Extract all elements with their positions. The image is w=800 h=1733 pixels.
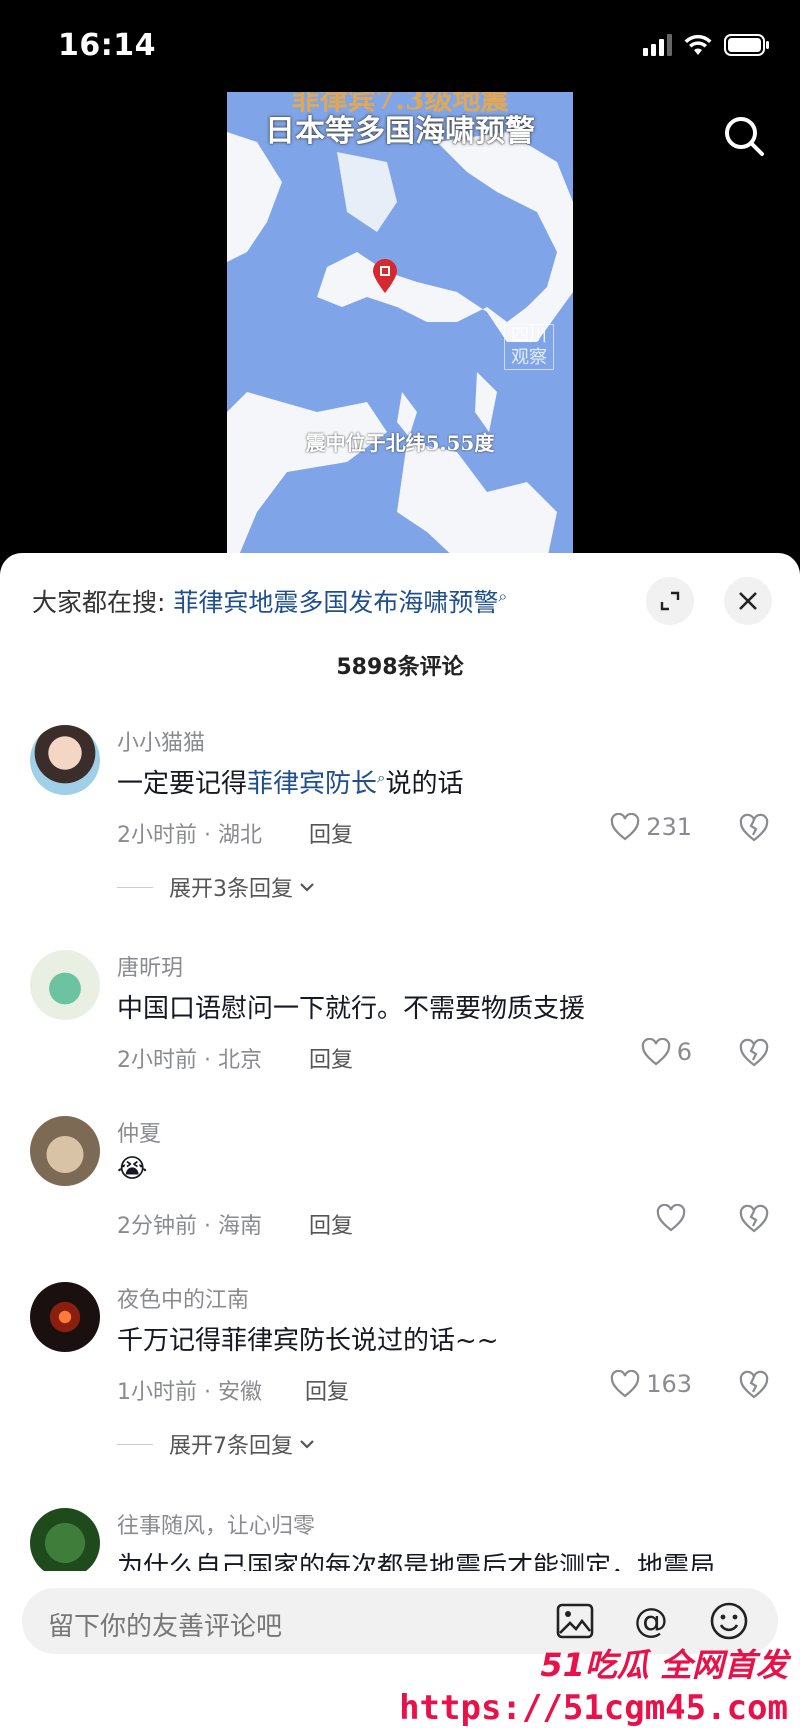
- comment-username[interactable]: 小小猫猫: [117, 725, 205, 757]
- brand-watermark: 51吃瓜 全网首发 https://51cgm45.com: [399, 1640, 788, 1728]
- comment-username[interactable]: 仲夏: [117, 1116, 161, 1148]
- status-time: 16:14: [58, 28, 156, 63]
- comment-text: 😭: [117, 1154, 148, 1184]
- avatar[interactable]: [30, 950, 100, 1020]
- comment-meta: 2小时前 · 湖北: [117, 823, 262, 848]
- broken-heart-icon: [739, 1370, 769, 1399]
- avatar[interactable]: [30, 725, 100, 795]
- battery-icon: [724, 34, 769, 56]
- divider-line: [117, 886, 153, 888]
- wifi-icon: [684, 34, 712, 55]
- reply-button[interactable]: 回复: [309, 1042, 353, 1074]
- comment-username[interactable]: 唐昕玥: [117, 950, 183, 982]
- chevron-down-icon: [300, 1440, 314, 1449]
- reply-button[interactable]: 回复: [305, 1374, 349, 1406]
- map-marker-icon: [373, 259, 397, 293]
- mention-button[interactable]: @: [630, 1600, 672, 1642]
- comment-sheet: 大家都在搜: 菲律宾地震多国发布海啸预警⌕ 5898条评论 小小猫猫 一定要记得…: [0, 553, 800, 1733]
- status-icons: [643, 34, 770, 56]
- like-button[interactable]: 231: [610, 813, 692, 841]
- like-button[interactable]: [656, 1204, 692, 1232]
- comment-meta: 1小时前 · 安徽: [117, 1380, 262, 1405]
- heart-icon: [656, 1204, 686, 1232]
- comment-text: 一定要记得菲律宾防长⌕说的话: [117, 768, 464, 799]
- comment-keyword-link[interactable]: 菲律宾防长: [247, 769, 377, 799]
- brand-name: 51吃瓜 全网首发: [540, 1646, 788, 1684]
- expand-sheet-button[interactable]: [646, 577, 694, 625]
- comment-text: 中国口语慰问一下就行。不需要物质支援: [117, 994, 586, 1024]
- expand-replies-label: 展开7条回复: [169, 1434, 293, 1459]
- avatar[interactable]: [30, 1508, 100, 1578]
- expand-icon: [660, 591, 680, 611]
- expand-replies-button[interactable]: 展开7条回复: [117, 1428, 317, 1460]
- epicenter-caption: 震中位于北纬5.55度: [305, 431, 495, 455]
- trending-search-link[interactable]: 菲律宾地震多国发布海啸预警: [173, 588, 498, 617]
- cellular-signal-icon: [643, 34, 672, 56]
- status-bar: 16:14: [0, 0, 800, 90]
- trending-search-prefix: 大家都在搜:: [32, 588, 166, 617]
- reply-button[interactable]: 回复: [309, 817, 353, 849]
- heart-icon: [641, 1038, 670, 1066]
- avatar[interactable]: [30, 1282, 100, 1352]
- image-button[interactable]: [554, 1600, 596, 1642]
- at-icon: @: [634, 1601, 668, 1641]
- like-button[interactable]: 6: [641, 1038, 692, 1066]
- dislike-button[interactable]: [738, 1370, 770, 1404]
- dislike-button[interactable]: [738, 1204, 770, 1238]
- image-icon: [556, 1603, 594, 1639]
- comment-text: 千万记得菲律宾防长说过的话~~: [117, 1326, 499, 1356]
- like-button[interactable]: 163: [610, 1370, 692, 1398]
- broken-heart-icon: [739, 1038, 769, 1067]
- emoji-button[interactable]: [708, 1600, 750, 1642]
- expand-replies-button[interactable]: 展开3条回复: [117, 871, 317, 903]
- dislike-button[interactable]: [738, 813, 770, 847]
- like-count: 6: [676, 1038, 692, 1066]
- brand-url: https://51cgm45.com: [399, 1688, 788, 1728]
- comment-item: 唐昕玥 中国口语慰问一下就行。不需要物质支援 2小时前 · 北京 回复 6: [0, 950, 800, 1090]
- comment-count: 5898条评论: [336, 655, 464, 680]
- video-headline: 日本等多国海啸预警: [265, 114, 535, 149]
- dislike-button[interactable]: [738, 1038, 770, 1072]
- earthquake-map: 菲律宾7.3级地震 日本等多国海啸预警 四川 观察 震中位于北纬5.55度: [227, 92, 573, 560]
- search-icon: [725, 117, 764, 156]
- avatar[interactable]: [30, 1116, 100, 1186]
- divider-line: [117, 1443, 153, 1445]
- comment-meta: 2分钟前 · 海南: [117, 1214, 262, 1239]
- comment-username[interactable]: 夜色中的江南: [117, 1282, 249, 1314]
- comment-input-placeholder: 留下你的友善评论吧: [48, 1612, 283, 1642]
- heart-icon: [610, 813, 640, 841]
- comment-item: 小小猫猫 一定要记得菲律宾防长⌕说的话 2小时前 · 湖北 回复 231 展开3…: [0, 725, 800, 925]
- broken-heart-icon: [739, 1204, 769, 1233]
- heart-icon: [610, 1370, 640, 1398]
- comment-meta: 2小时前 · 北京: [117, 1048, 262, 1073]
- chevron-down-icon: [300, 883, 314, 892]
- broken-heart-icon: [739, 813, 769, 842]
- channel-watermark: 四川 观察: [504, 324, 554, 370]
- emoji-icon: [710, 1602, 748, 1640]
- video-player[interactable]: 菲律宾7.3级地震 日本等多国海啸预警 四川 观察 震中位于北纬5.55度: [0, 90, 800, 560]
- close-icon: [739, 592, 757, 610]
- trending-search[interactable]: 大家都在搜: 菲律宾地震多国发布海啸预警⌕: [32, 583, 507, 619]
- like-count: 231: [646, 813, 692, 841]
- search-small-icon: ⌕: [498, 586, 508, 606]
- search-button[interactable]: [718, 110, 772, 164]
- reply-button[interactable]: 回复: [309, 1208, 353, 1240]
- comment-username[interactable]: 往事随风，让心归零: [117, 1508, 315, 1540]
- like-count: 163: [646, 1370, 692, 1398]
- close-sheet-button[interactable]: [724, 577, 772, 625]
- comment-item: 夜色中的江南 千万记得菲律宾防长说过的话~~ 1小时前 · 安徽 回复 163 …: [0, 1282, 800, 1482]
- expand-replies-label: 展开3条回复: [169, 877, 293, 902]
- comment-item: 仲夏 😭 2分钟前 · 海南 回复: [0, 1116, 800, 1256]
